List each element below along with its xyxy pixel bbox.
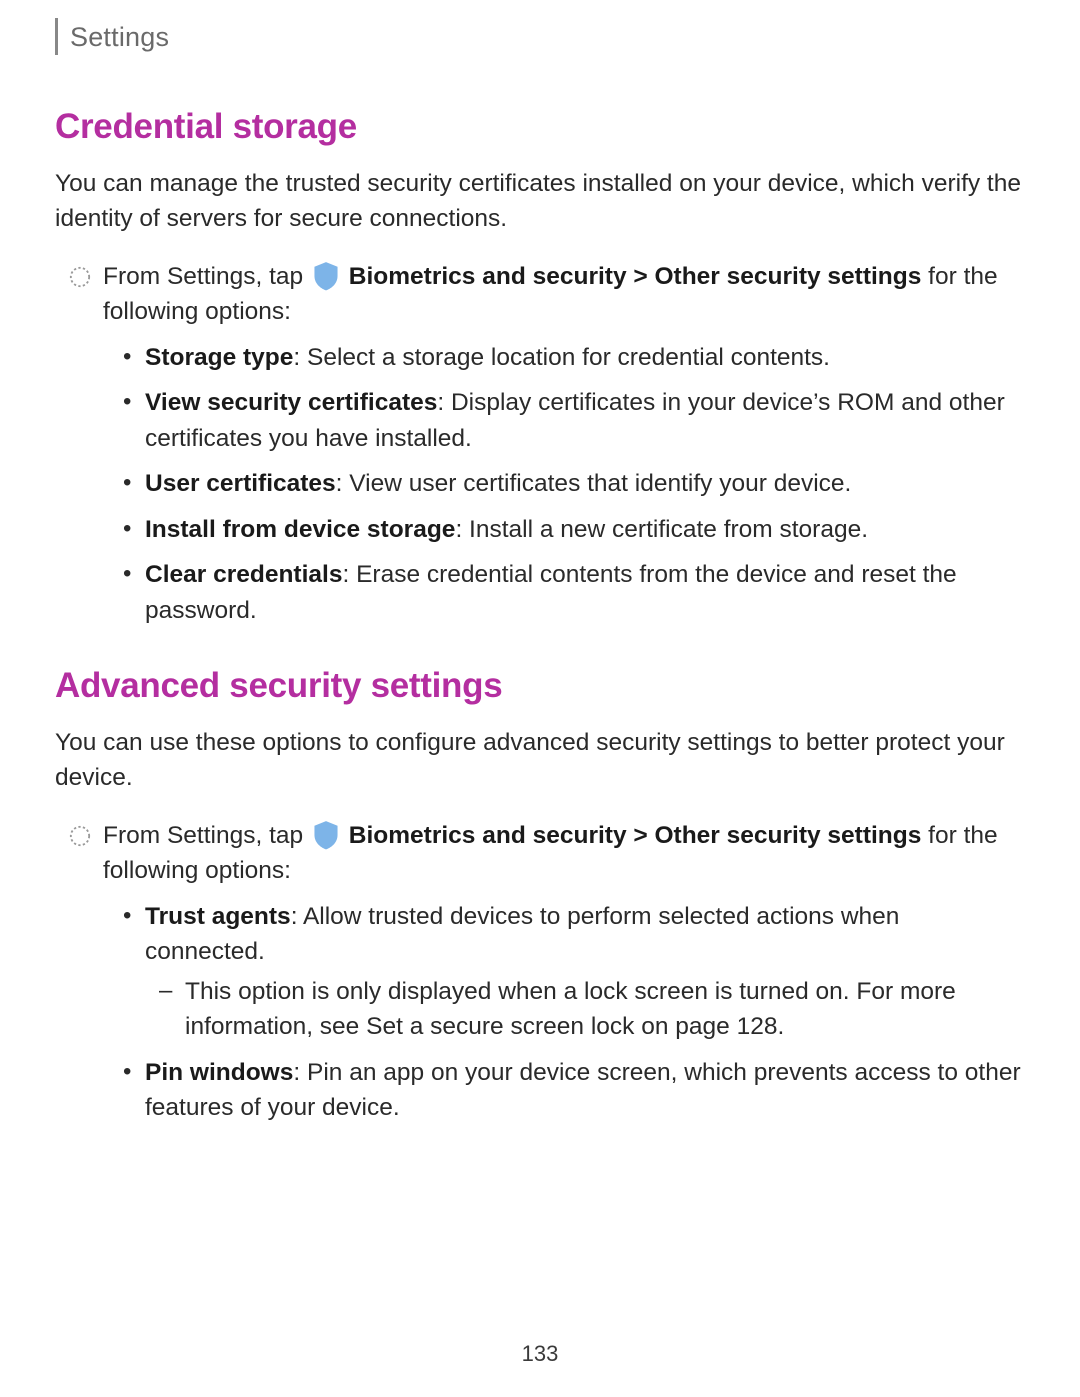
shield-icon [312, 261, 340, 291]
option-list: Trust agents: Allow trusted devices to p… [103, 899, 1025, 1126]
step-prefix: From Settings, tap [103, 263, 310, 290]
term: Storage type [145, 344, 293, 371]
list-item: Pin windows: Pin an app on your device s… [143, 1055, 1025, 1126]
menu-path-2: Other security settings [655, 822, 922, 849]
chevron: > [627, 263, 655, 290]
sub-note-list: This option is only displayed when a loc… [145, 974, 1025, 1045]
step-marker-icon [69, 263, 91, 285]
section-title-advanced-security: Advanced security settings [55, 666, 1025, 706]
term: Pin windows [145, 1059, 293, 1086]
term: Clear credentials [145, 561, 342, 588]
list-item: Trust agents: Allow trusted devices to p… [143, 899, 1025, 1045]
term: View security certificates [145, 389, 437, 416]
shield-icon [312, 820, 340, 850]
sub-note: This option is only displayed when a loc… [183, 974, 1025, 1045]
step-block: From Settings, tap Biometrics and securi… [55, 818, 1025, 1126]
cross-ref-link[interactable]: Set a secure screen lock [366, 1013, 634, 1040]
list-item: View security certificates: Display cert… [143, 385, 1025, 456]
step-marker-icon [69, 822, 91, 844]
header-accent-bar [55, 18, 58, 55]
step-prefix: From Settings, tap [103, 822, 310, 849]
list-item: Install from device storage: Install a n… [143, 512, 1025, 548]
menu-path-1: Biometrics and security [349, 263, 627, 290]
list-item: Storage type: Select a storage location … [143, 340, 1025, 376]
step-instruction: From Settings, tap Biometrics and securi… [103, 818, 1025, 889]
desc: : Install a new certificate from storage… [455, 516, 868, 543]
list-item: User certificates: View user certificate… [143, 466, 1025, 502]
term: User certificates [145, 470, 336, 497]
section-intro: You can manage the trusted security cert… [55, 167, 1025, 237]
menu-path-2: Other security settings [655, 263, 922, 290]
chevron: > [627, 822, 655, 849]
list-item: Clear credentials: Erase credential cont… [143, 557, 1025, 628]
term: Install from device storage [145, 516, 455, 543]
menu-path-1: Biometrics and security [349, 822, 627, 849]
option-list: Storage type: Select a storage location … [103, 340, 1025, 629]
header-label: Settings [70, 18, 169, 55]
sub-post: on page 128. [634, 1013, 784, 1040]
step-instruction: From Settings, tap Biometrics and securi… [103, 259, 1025, 330]
section-intro: You can use these options to configure a… [55, 726, 1025, 796]
term: Trust agents [145, 903, 291, 930]
desc: : View user certificates that identify y… [336, 470, 852, 497]
step-block: From Settings, tap Biometrics and securi… [55, 259, 1025, 629]
page-header: Settings [55, 18, 1025, 55]
section-title-credential-storage: Credential storage [55, 107, 1025, 147]
page-number: 133 [0, 1341, 1080, 1367]
desc: : Select a storage location for credenti… [293, 344, 830, 371]
